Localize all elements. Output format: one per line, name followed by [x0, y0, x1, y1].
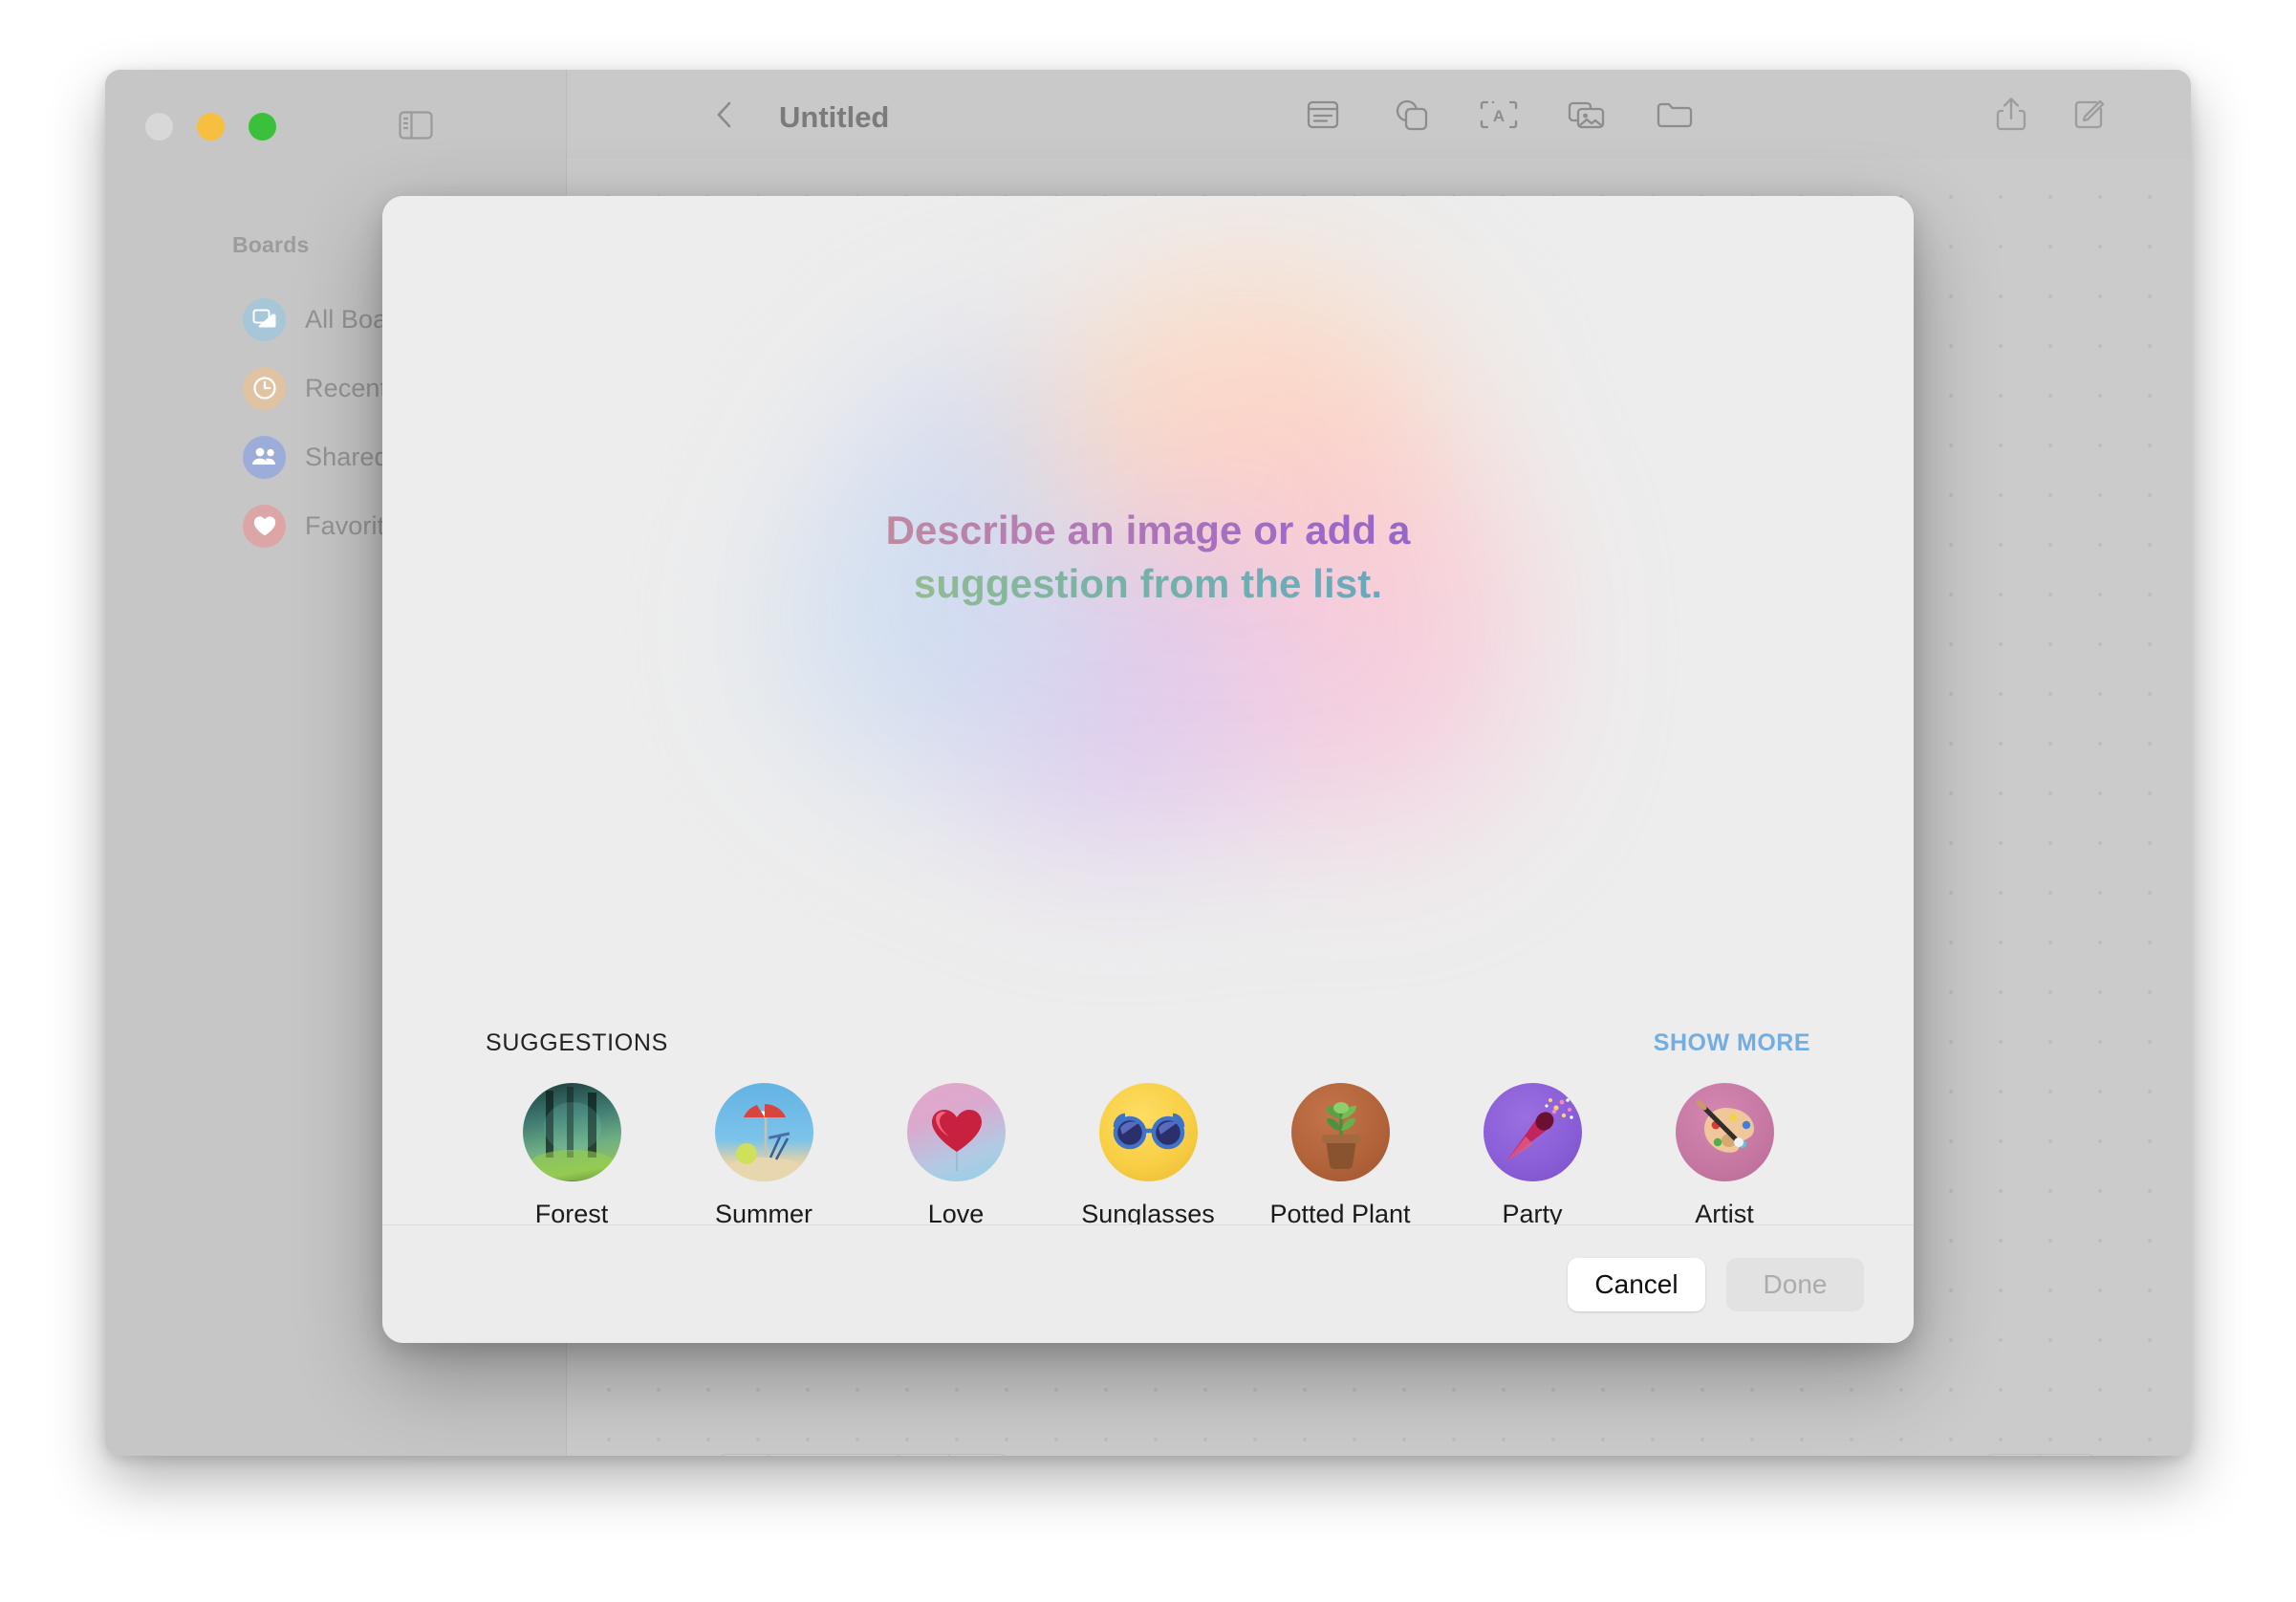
suggestions-row: Forest Summer Love Sunglasses Potted Pla… — [486, 1083, 1810, 1224]
suggestion-potted-plant[interactable]: Potted Plant — [1254, 1083, 1426, 1224]
sunglasses-thumb — [1098, 1083, 1198, 1181]
suggestion-label: Party — [1502, 1200, 1563, 1224]
love-thumb — [906, 1083, 1006, 1181]
note-icon[interactable] — [1303, 95, 1343, 135]
traffic-lights — [145, 113, 276, 141]
toolbar-right-group — [1991, 95, 2110, 135]
suggestion-label: Artist — [1695, 1200, 1754, 1224]
suggestion-label: Love — [927, 1200, 985, 1224]
suggestion-artist[interactable]: Artist — [1638, 1083, 1810, 1224]
dialog-footer: Cancel Done — [382, 1224, 1914, 1343]
people-icon — [243, 435, 286, 479]
suggestion-label: Summer — [714, 1200, 812, 1224]
suggestions-header: SUGGESTIONS SHOW MORE — [486, 1029, 1810, 1057]
chevron-left-icon[interactable] — [712, 100, 737, 129]
dialog-body: Describe an image or add a suggestion fr… — [382, 196, 1914, 1224]
image-playground-dialog: Describe an image or add a suggestion fr… — [382, 196, 1914, 1343]
suggestion-love[interactable]: Love — [870, 1083, 1042, 1224]
grid-icon[interactable] — [2041, 1455, 2096, 1456]
zoom-level-select[interactable]: 100% — [769, 1455, 898, 1456]
favorite-zoom-button[interactable]: ★ — [949, 1455, 1008, 1456]
headline-line-1: Describe an image or add a — [382, 504, 1914, 557]
maximize-window-button[interactable] — [249, 113, 276, 141]
cancel-button[interactable]: Cancel — [1568, 1257, 1705, 1311]
sidebar-section-header: Boards — [232, 232, 310, 257]
svg-text:A: A — [1493, 107, 1505, 125]
clock-icon — [243, 366, 286, 410]
artist-thumb — [1675, 1083, 1774, 1181]
summer-thumb — [714, 1083, 813, 1181]
toolbar-center-group: A — [1303, 95, 1695, 135]
suggestion-label: Sunglasses — [1081, 1200, 1215, 1224]
party-thumb — [1483, 1083, 1582, 1181]
text-box-icon[interactable]: A — [1479, 95, 1519, 135]
dialog-headline: Describe an image or add a suggestion fr… — [382, 504, 1914, 611]
suggestion-sunglasses[interactable]: Sunglasses — [1062, 1083, 1234, 1224]
suggestion-forest[interactable]: Forest — [486, 1083, 658, 1224]
show-more-button[interactable]: SHOW MORE — [1654, 1029, 1810, 1057]
heart-icon — [243, 504, 286, 548]
compose-icon[interactable] — [2069, 95, 2110, 135]
forest-thumb — [522, 1083, 621, 1181]
shapes-icon[interactable] — [1391, 95, 1431, 135]
media-icon[interactable] — [1567, 95, 1607, 135]
folder-icon[interactable] — [1655, 95, 1695, 135]
connections-icon[interactable] — [1984, 1455, 2040, 1456]
boards-icon — [243, 297, 286, 341]
zoom-out-button[interactable]: − — [718, 1455, 768, 1456]
suggestion-label: Potted Plant — [1269, 1200, 1411, 1224]
share-icon[interactable] — [1991, 95, 2031, 135]
suggestion-summer[interactable]: Summer — [678, 1083, 850, 1224]
suggestion-label: Forest — [534, 1200, 609, 1224]
page-title[interactable]: Untitled — [779, 100, 889, 135]
zoom-control-bar: − 100% + ★ — [717, 1454, 1010, 1456]
minimize-window-button[interactable] — [197, 113, 225, 141]
potted-plant-thumb — [1290, 1083, 1390, 1181]
close-window-button[interactable] — [145, 113, 173, 141]
sidebar-item-label: Shared — [305, 442, 389, 471]
suggestions-title: SUGGESTIONS — [486, 1029, 669, 1056]
sidebar-toggle-icon[interactable] — [399, 110, 433, 141]
zoom-in-button[interactable]: + — [899, 1455, 948, 1456]
view-control-bar — [1983, 1454, 2097, 1456]
done-button[interactable]: Done — [1726, 1257, 1864, 1311]
suggestion-party[interactable]: Party — [1446, 1083, 1618, 1224]
toolbar: Untitled A — [567, 70, 2191, 159]
headline-line-2: suggestion from the list. — [382, 557, 1914, 611]
